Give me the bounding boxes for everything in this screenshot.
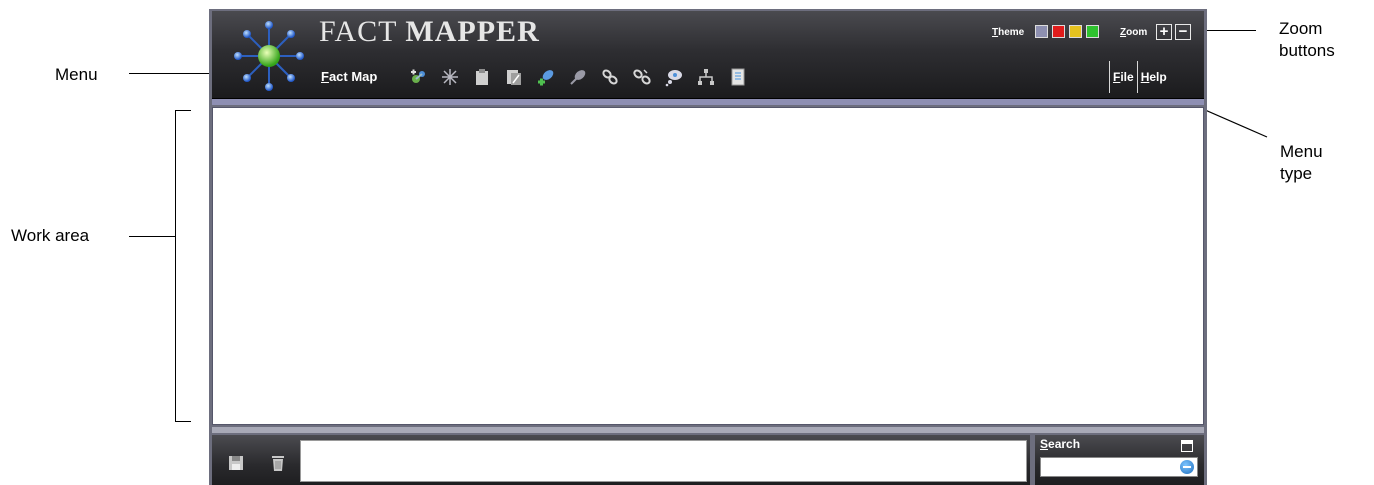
annotation-work-bracket-top — [175, 110, 191, 111]
menu-fact-map[interactable]: Fact Map — [321, 69, 377, 84]
hierarchy-icon[interactable] — [695, 66, 717, 88]
add-fact-icon[interactable] — [407, 66, 429, 88]
document-icon[interactable] — [503, 66, 525, 88]
annotation-zoom-buttons: Zoom buttons — [1279, 18, 1335, 62]
remove-link-icon[interactable] — [567, 66, 589, 88]
annotation-zoom-line1: Zoom — [1279, 19, 1323, 38]
file-menu-rest: ile — [1120, 70, 1134, 84]
header-divider — [212, 99, 1204, 105]
search-label-access: S — [1040, 437, 1049, 451]
theme-swatch-lavender[interactable] — [1035, 25, 1048, 38]
app-title-bold: MAPPER — [405, 15, 540, 48]
properties-icon[interactable] — [727, 66, 749, 88]
annotation-work-bracket-bottom — [175, 421, 191, 422]
help-menu-rest: elp — [1149, 70, 1167, 84]
annotation-menu: Menu — [55, 65, 98, 84]
chain-icon[interactable] — [599, 66, 621, 88]
annotation-zoom-line2: buttons — [1279, 41, 1335, 60]
help-menu[interactable]: Help — [1138, 70, 1170, 84]
fact-mapper-app: FACT MAPPER Fact Map Theme Zoom + − File — [209, 9, 1207, 485]
add-link-icon[interactable] — [535, 66, 557, 88]
app-title-light: FACT — [319, 15, 397, 48]
annotation-work-line — [129, 236, 175, 237]
zoom-in-button[interactable]: + — [1156, 24, 1172, 40]
header-bar: FACT MAPPER Fact Map Theme Zoom + − File — [212, 11, 1204, 99]
zoom-label-rest: oom — [1126, 27, 1148, 38]
status-bar — [212, 435, 1030, 485]
theme-swatch-yellow[interactable] — [1069, 25, 1082, 38]
annotation-work-bracket — [175, 110, 176, 422]
clipboard-icon[interactable] — [471, 66, 493, 88]
maximize-icon[interactable] — [1181, 440, 1193, 452]
zoom-label: Zoom — [1120, 27, 1147, 38]
annotation-work-area: Work area — [11, 226, 90, 245]
thought-icon[interactable] — [663, 66, 685, 88]
toolbar — [407, 63, 749, 91]
bottom-divider — [212, 427, 1204, 433]
file-menu[interactable]: File — [1110, 70, 1137, 84]
broken-chain-icon[interactable] — [631, 66, 653, 88]
work-area[interactable] — [212, 107, 1204, 425]
theme-label: Theme — [992, 27, 1024, 38]
search-label-rest: earch — [1048, 437, 1081, 451]
search-panel: Search — [1035, 435, 1204, 485]
trash-icon[interactable] — [270, 454, 286, 472]
status-field[interactable] — [300, 440, 1027, 482]
annotation-menu-type-line1: Menu — [1280, 142, 1323, 161]
theme-swatch-green[interactable] — [1086, 25, 1099, 38]
save-icon[interactable] — [228, 454, 244, 472]
app-title: FACT MAPPER — [319, 15, 540, 49]
menu-type: File Help — [1109, 60, 1170, 94]
annotation-menu-type: Menu type — [1280, 141, 1323, 185]
theme-label-rest: heme — [998, 27, 1025, 38]
search-input[interactable] — [1040, 457, 1198, 477]
search-label: Search — [1040, 437, 1080, 451]
search-go-icon[interactable] — [1180, 460, 1194, 474]
menu-fact-map-rest: act Map — [328, 69, 378, 84]
fact-mapper-logo-icon — [234, 21, 304, 91]
theme-swatch-red[interactable] — [1052, 25, 1065, 38]
zoom-out-button[interactable]: − — [1175, 24, 1191, 40]
sparkle-icon[interactable] — [439, 66, 461, 88]
menu-fact-map-access: F — [321, 69, 329, 84]
annotation-menu-type-line2: type — [1280, 164, 1313, 183]
